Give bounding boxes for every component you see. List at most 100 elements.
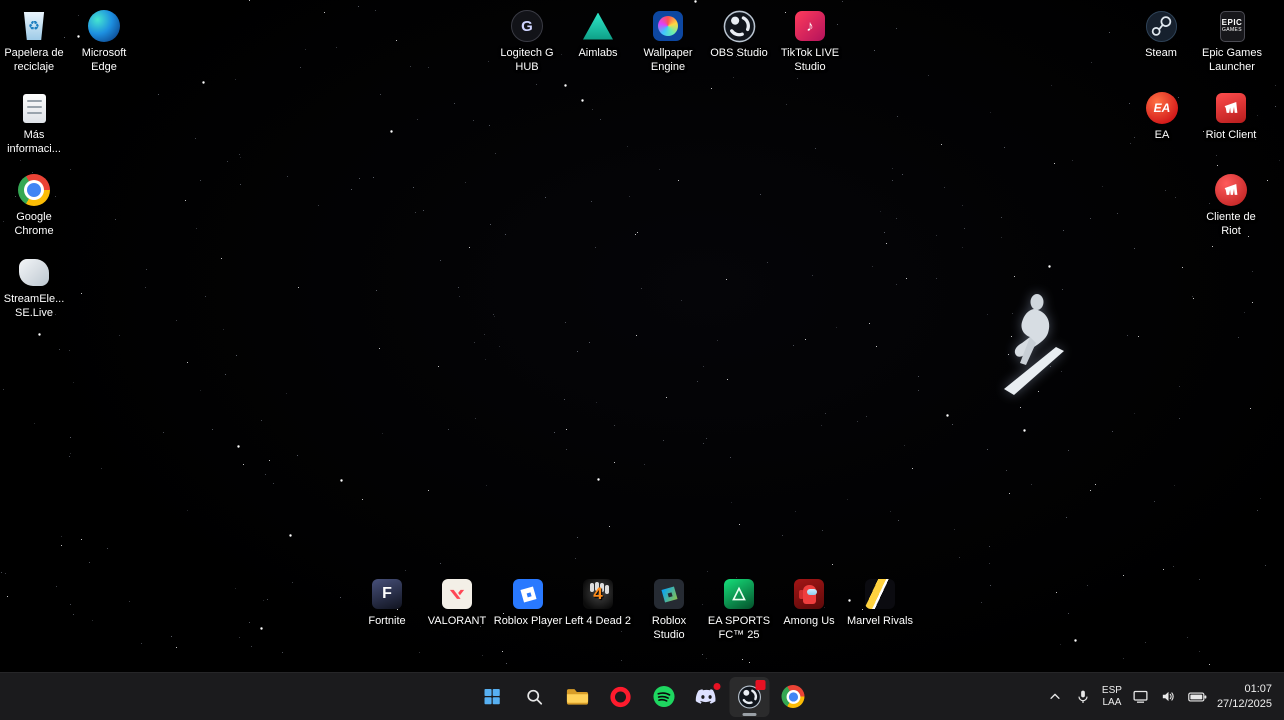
left-4-dead-2-icon: 4 [580, 576, 616, 612]
language-code: ESP [1101, 685, 1122, 696]
ea-sports-fc-25-icon [721, 576, 757, 612]
desktop-icon-among-us[interactable]: Among Us [769, 576, 849, 629]
desktop-icon-label: Steam [1145, 47, 1177, 59]
desktop-icon-valorant[interactable]: VALORANT [417, 576, 497, 629]
desktop-icon-label: Aimlabs [578, 47, 618, 59]
battery-tray-button[interactable] [1184, 679, 1211, 715]
search-icon [524, 686, 544, 706]
desktop-icon-ea[interactable]: EA EA [1122, 90, 1202, 143]
desktop-icon-tiktok-live-studio[interactable]: ♪ TikTok LIVE Studio [770, 8, 850, 75]
desktop-icon-cliente-de-riot[interactable]: Cliente de Riot [1191, 172, 1271, 239]
chevron-up-icon [1050, 693, 1060, 699]
taskbar-google-chrome-button[interactable] [773, 677, 813, 717]
desktop-icon-fortnite[interactable]: F Fortnite [347, 576, 427, 629]
taskbar: ESP LAA 01:07 27/12/2025 [0, 672, 1284, 720]
recording-badge [755, 679, 766, 690]
taskbar-obs-studio-button[interactable] [729, 676, 770, 717]
clock[interactable]: 01:07 27/12/2025 [1213, 679, 1280, 715]
google-chrome-icon [16, 172, 52, 208]
desktop-icon-label: Among Us [783, 615, 835, 627]
desktop-icon-microsoft-edge[interactable]: Microsoft Edge [64, 8, 144, 75]
notification-badge [711, 680, 723, 692]
battery-icon [1188, 691, 1207, 702]
desktop-icon-marvel-rivals[interactable]: Marvel Rivals [840, 576, 920, 629]
desktop-icon-wallpaper-engine[interactable]: Wallpaper Engine [628, 8, 708, 75]
desktop-icon-steam[interactable]: Steam [1121, 8, 1201, 61]
desktop-icon-label: Papelera de reciclaje [4, 47, 64, 73]
desktop-icon-label: Fortnite [368, 615, 406, 627]
desktop-icon-aimlabs[interactable]: Aimlabs [558, 8, 638, 61]
clock-time: 01:07 [1244, 683, 1272, 696]
valorant-icon [439, 576, 475, 612]
microsoft-edge-icon [86, 8, 122, 44]
desktop-icon-label: Marvel Rivals [846, 615, 913, 627]
marvel-rivals-icon [862, 576, 898, 612]
desktop-icon-label: Microsoft Edge [81, 47, 127, 73]
riot-client-icon [1213, 90, 1249, 126]
cliente-de-riot-icon [1213, 172, 1249, 208]
obs-studio-icon [721, 8, 757, 44]
ea-icon: EA [1144, 90, 1180, 126]
file-explorer-icon [566, 686, 590, 706]
desktop-icon-papelera-de-reciclaje[interactable]: ♻ Papelera de reciclaje [0, 8, 74, 75]
desktop[interactable]: ♻ Papelera de reciclaje Microsoft Edge Más … [0, 0, 1284, 720]
desktop-icon-label: VALORANT [427, 615, 487, 627]
desktop-icon-label: Riot Client [1205, 129, 1257, 141]
spotify-icon [652, 685, 675, 708]
mas-informacion-icon [16, 90, 52, 126]
keyboard-layout-code: LAA [1102, 696, 1122, 708]
desktop-icon-label: Wallpaper Engine [643, 47, 693, 73]
taskbar-start-button[interactable] [472, 677, 512, 717]
microphone-tray-button[interactable] [1070, 679, 1096, 715]
desktop-icon-logitech-g-hub[interactable]: G Logitech G HUB [487, 8, 567, 75]
taskbar-spotify-button[interactable] [644, 677, 684, 717]
desktop-icon-streamelements-se-live[interactable]: StreamEle... SE.Live [0, 254, 74, 321]
fortnite-icon: F [369, 576, 405, 612]
desktop-icon-label: Logitech G HUB [500, 47, 554, 73]
desktop-icon-obs-studio[interactable]: OBS Studio [699, 8, 779, 61]
speaker-icon [1163, 691, 1175, 702]
desktop-icon-riot-client[interactable]: Riot Client [1191, 90, 1271, 143]
streamelements-se-live-icon [16, 254, 52, 290]
desktop-icon-label: Cliente de Riot [1206, 211, 1256, 237]
wallpaper-engine-icon [650, 8, 686, 44]
aimlabs-icon [580, 8, 616, 44]
taskbar-search-button[interactable] [515, 677, 555, 717]
papelera-de-reciclaje-icon: ♻ [16, 8, 52, 44]
roblox-player-icon [510, 576, 546, 612]
network-tray-button[interactable] [1128, 679, 1154, 715]
desktop-icon-google-chrome[interactable]: Google Chrome [0, 172, 74, 239]
desktop-icon-epic-games-launcher[interactable]: EPIC GAMES Epic Games Launcher [1192, 8, 1272, 75]
steam-icon [1143, 8, 1179, 44]
volume-tray-button[interactable] [1156, 679, 1182, 715]
desktop-icon-roblox-studio[interactable]: Roblox Studio [629, 576, 709, 643]
taskbar-app-group [472, 673, 813, 720]
epic-games-launcher-icon: EPIC GAMES [1214, 8, 1250, 44]
logitech-g-hub-icon: G [509, 8, 545, 44]
desktop-icon-label: Google Chrome [14, 211, 54, 237]
roblox-studio-icon [651, 576, 687, 612]
opera-icon [610, 686, 631, 707]
silver-surfer-wallpaper-figure [990, 285, 1080, 410]
desktop-icon-label: TikTok LIVE Studio [780, 47, 840, 73]
desktop-icon-label: Roblox Studio [651, 615, 687, 641]
taskbar-file-explorer-button[interactable] [558, 677, 598, 717]
hidden-icons-button[interactable] [1042, 679, 1068, 715]
tiktok-live-studio-icon: ♪ [792, 8, 828, 44]
taskbar-opera-button[interactable] [601, 677, 641, 717]
among-us-icon [791, 576, 827, 612]
desktop-icon-mas-informacion[interactable]: Más informaci... [0, 90, 74, 157]
language-switcher[interactable]: ESP LAA [1098, 679, 1126, 715]
desktop-icon-left-4-dead-2[interactable]: 4 Left 4 Dead 2 [558, 576, 638, 629]
network-icon [1133, 690, 1148, 703]
desktop-icon-label: Roblox Player [493, 615, 563, 627]
desktop-icon-label: EA SPORTS FC™ 25 [707, 615, 771, 641]
desktop-icon-label: StreamEle... SE.Live [3, 293, 65, 319]
windows-desktop: { "wallpaper": { "background_color": "#0… [0, 0, 1284, 720]
desktop-icon-roblox-player[interactable]: Roblox Player [488, 576, 568, 629]
desktop-icon-label: Epic Games Launcher [1202, 47, 1262, 73]
clock-date: 27/12/2025 [1216, 697, 1272, 710]
desktop-icon-label: EA [1154, 129, 1170, 141]
taskbar-discord-button[interactable] [687, 677, 727, 717]
desktop-icon-ea-sports-fc-25[interactable]: EA SPORTS FC™ 25 [699, 576, 779, 643]
